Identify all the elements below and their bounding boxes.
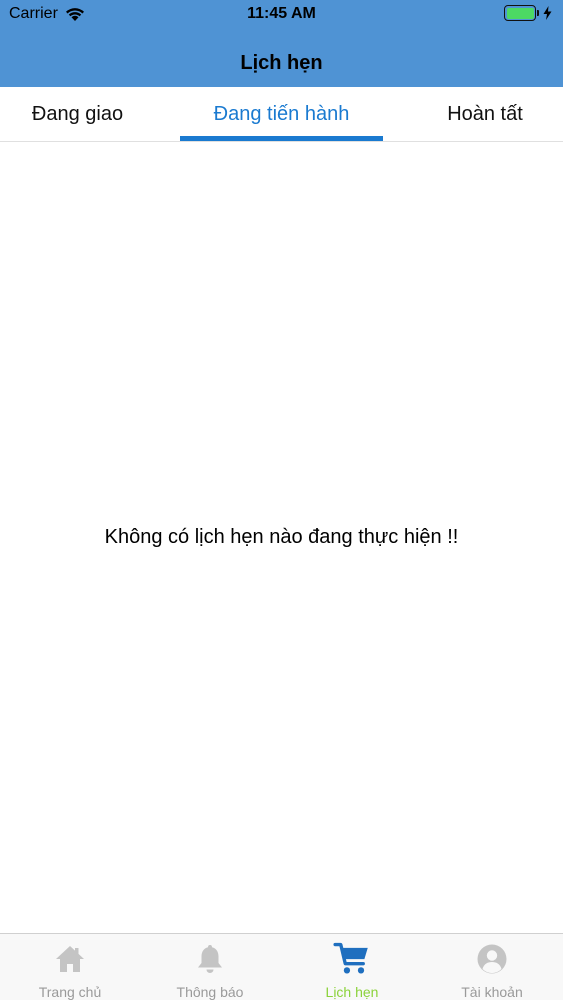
- tab-dang-giao[interactable]: Đang giao: [0, 87, 155, 142]
- account-icon: [477, 944, 507, 974]
- segment-tabs: Đang giao Đang tiến hành Hoàn tất: [0, 87, 563, 142]
- battery-indicator: [504, 5, 552, 21]
- header: Carrier 11:45 AM Lịch hẹn: [0, 0, 563, 87]
- status-time: 11:45 AM: [247, 5, 316, 22]
- tabbar-label-home: Trang chủ: [38, 984, 102, 1000]
- tabbar-item-account[interactable]: Tài khoản: [422, 934, 562, 1000]
- bell-icon: [198, 945, 222, 973]
- bottom-tab-bar: Trang chủ Thông báo Lịch hẹn Tài khoản: [0, 933, 563, 1000]
- charging-bolt-icon: [543, 6, 552, 20]
- tab-hoan-tat[interactable]: Hoàn tất: [420, 87, 550, 142]
- tabbar-item-appointments[interactable]: Lịch hẹn: [282, 934, 422, 1000]
- page-title: Lịch hẹn: [240, 52, 323, 74]
- status-bar: Carrier 11:45 AM: [0, 0, 563, 30]
- tabbar-item-home[interactable]: Trang chủ: [0, 934, 140, 1000]
- battery-icon: [504, 5, 536, 21]
- tabbar-label-account: Tài khoản: [461, 984, 523, 1000]
- tabbar-label-appointments: Lịch hẹn: [325, 984, 379, 1000]
- empty-state-message: Không có lịch hẹn nào đang thực hiện !!: [104, 526, 459, 548]
- cart-icon: [333, 942, 368, 974]
- tabbar-item-notifications[interactable]: Thông báo: [140, 934, 280, 1000]
- tab-dang-tien-hanh[interactable]: Đang tiến hành: [180, 87, 383, 142]
- home-icon: [56, 946, 84, 972]
- tabbar-label-notifications: Thông báo: [176, 984, 244, 1000]
- active-tab-indicator: [180, 136, 383, 141]
